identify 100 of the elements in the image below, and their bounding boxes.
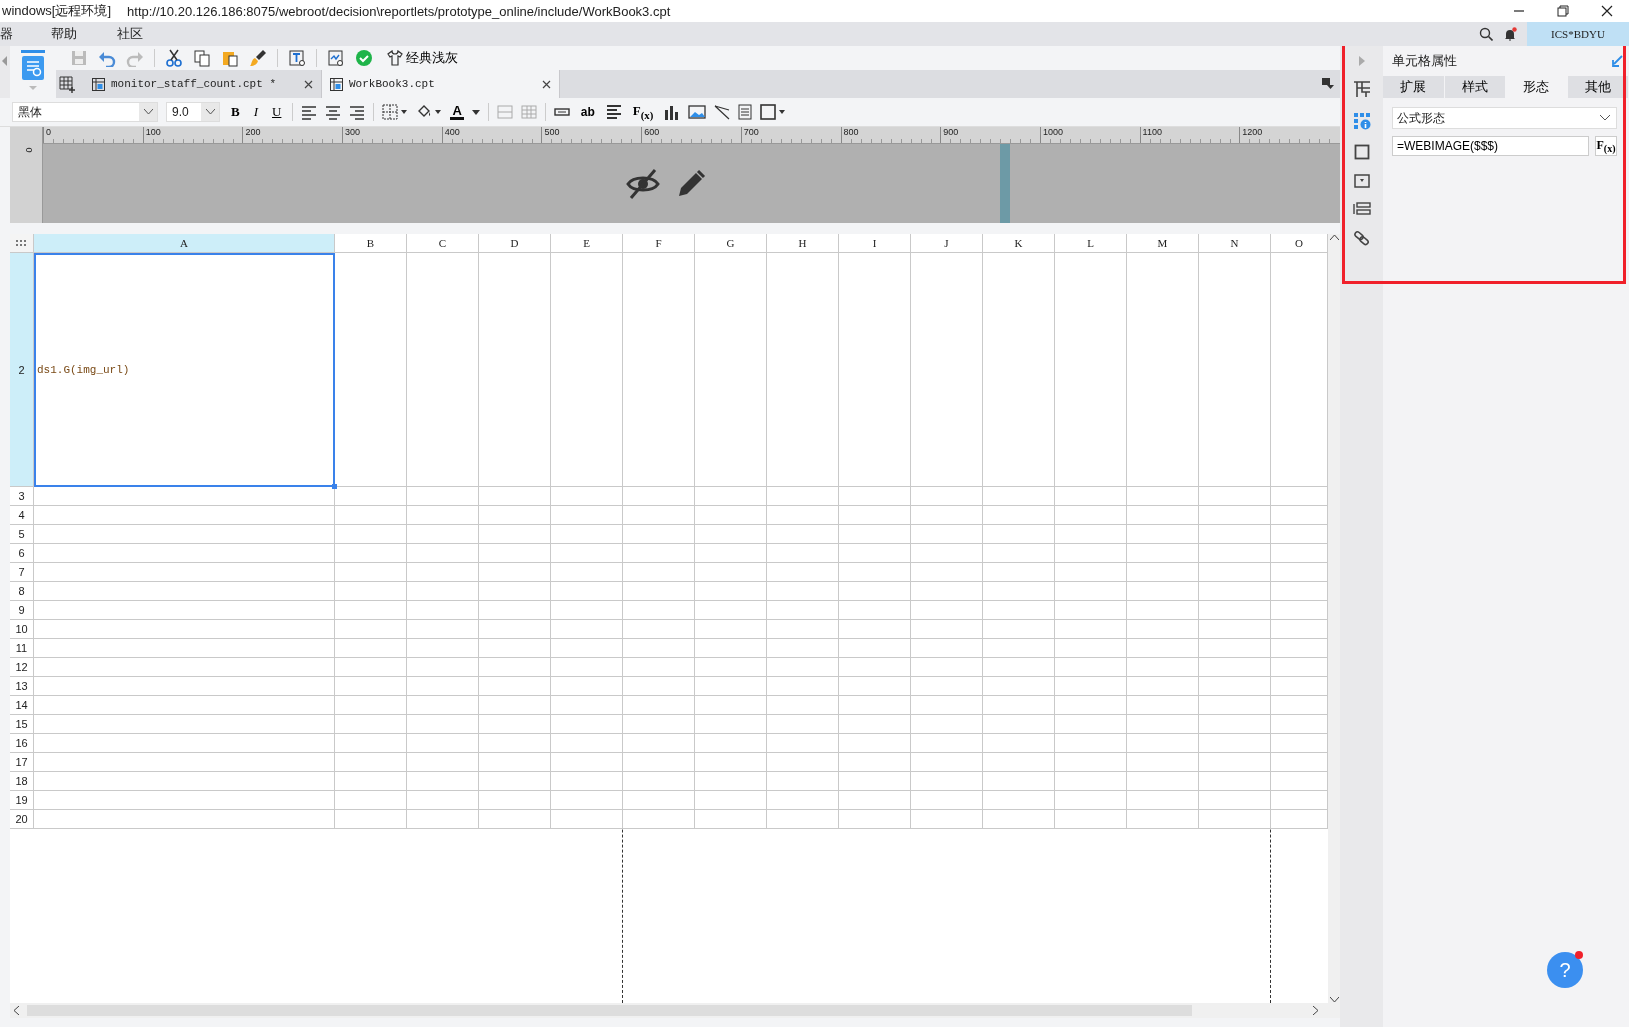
add-sheet-icon[interactable]	[58, 75, 76, 93]
search-icon[interactable]	[1479, 27, 1493, 41]
column-header[interactable]: J	[911, 234, 983, 253]
row-header[interactable]: 4	[10, 506, 34, 525]
border-icon[interactable]	[382, 104, 409, 120]
row-header[interactable]: 7	[10, 563, 34, 582]
row-header[interactable]: 10	[10, 620, 34, 639]
split-cells-icon[interactable]	[520, 104, 537, 120]
column-header[interactable]: E	[551, 234, 623, 253]
font-color-button[interactable]: A	[450, 104, 464, 120]
collapse-panel-icon[interactable]	[1611, 55, 1623, 67]
cut-icon[interactable]	[165, 49, 183, 67]
copy-icon[interactable]	[193, 49, 211, 67]
panel-tab[interactable]: 其他	[1567, 76, 1629, 98]
column-header[interactable]: L	[1055, 234, 1127, 253]
text-search-icon[interactable]	[288, 49, 306, 67]
bar-chart-icon[interactable]	[664, 104, 681, 120]
diagonal-line-icon[interactable]	[714, 104, 731, 120]
row-header[interactable]: 11	[10, 639, 34, 658]
font-select[interactable]: 黑体	[12, 102, 158, 122]
column-header[interactable]: N	[1199, 234, 1271, 253]
row-header[interactable]: 16	[10, 734, 34, 753]
user-badge[interactable]: ICS*BDYU	[1527, 22, 1629, 46]
column-header[interactable]: K	[983, 234, 1055, 253]
formula-editor-button[interactable]: F$_{(x)}$	[1595, 136, 1617, 156]
row-header[interactable]: 9	[10, 601, 34, 620]
scroll-down-icon[interactable]	[1329, 997, 1339, 1003]
preview-icon[interactable]	[327, 49, 345, 67]
scroll-right-icon[interactable]	[1313, 1006, 1319, 1015]
scroll-up-icon[interactable]	[1329, 234, 1339, 240]
close-tab-icon[interactable]	[304, 79, 313, 89]
align-center-icon[interactable]	[325, 104, 342, 120]
font-size-select[interactable]: 9.0	[166, 102, 220, 122]
align-left-icon[interactable]	[301, 104, 318, 120]
column-header[interactable]: I	[839, 234, 911, 253]
close-tab-icon[interactable]	[542, 79, 551, 89]
row-header[interactable]: 8	[10, 582, 34, 601]
column-header[interactable]: M	[1127, 234, 1199, 253]
column-header[interactable]: D	[479, 234, 551, 253]
merge-cells-icon[interactable]	[496, 104, 513, 120]
column-header[interactable]: B	[335, 234, 407, 253]
tab-menu-icon[interactable]	[1322, 78, 1334, 90]
square-icon[interactable]	[1353, 144, 1370, 160]
list-icon[interactable]	[1352, 202, 1371, 216]
column-header[interactable]: O	[1271, 234, 1328, 253]
close-icon[interactable]	[1601, 5, 1613, 17]
link-icon[interactable]	[1353, 230, 1370, 246]
active-cell[interactable]: ds1.G(img_url)	[34, 253, 335, 487]
row-header[interactable]: 6	[10, 544, 34, 563]
row-header[interactable]: 19	[10, 791, 34, 810]
paste-icon[interactable]	[221, 49, 239, 67]
file-tab[interactable]: WorkBook3.cpt	[322, 70, 560, 98]
row-header[interactable]: 3	[10, 487, 34, 506]
formula-button[interactable]: F$_{(x)}$	[629, 103, 657, 121]
cell-border-icon[interactable]	[760, 104, 787, 120]
cell-expand-icon[interactable]	[1352, 80, 1371, 98]
column-header[interactable]: H	[767, 234, 839, 253]
widget-icon[interactable]	[1353, 174, 1370, 188]
theme-button[interactable]: 经典浅灰	[383, 49, 462, 67]
row-header[interactable]: 15	[10, 715, 34, 734]
row-header[interactable]: 5	[10, 525, 34, 544]
pencil-icon[interactable]	[676, 168, 706, 199]
form-type-select[interactable]: 公式形态	[1392, 107, 1617, 129]
row-header[interactable]: 14	[10, 696, 34, 715]
column-header[interactable]: C	[407, 234, 479, 253]
table-cell	[911, 658, 983, 677]
check-icon[interactable]	[355, 49, 373, 67]
row-header[interactable]: 2	[10, 253, 34, 487]
image-icon[interactable]	[688, 104, 707, 120]
column-header[interactable]: F	[623, 234, 695, 253]
select-all-icon[interactable]	[16, 239, 27, 247]
row-header[interactable]: 17	[10, 753, 34, 772]
panel-tab[interactable]: 样式	[1444, 76, 1506, 98]
table-cell	[911, 715, 983, 734]
row-header[interactable]: 13	[10, 677, 34, 696]
scroll-left-icon[interactable]	[13, 1006, 19, 1015]
column-header[interactable]: G	[695, 234, 767, 253]
text-tool-button[interactable]: ab	[577, 105, 598, 119]
align-right-icon[interactable]	[349, 104, 366, 120]
hidden-eye-icon[interactable]	[626, 168, 660, 199]
restore-icon[interactable]	[1557, 5, 1569, 17]
dropdown-caret-icon[interactable]	[471, 109, 480, 115]
row-header[interactable]: 18	[10, 772, 34, 791]
underline-button[interactable]: U	[269, 104, 285, 120]
row-header[interactable]: 12	[10, 658, 34, 677]
bell-icon[interactable]	[1503, 27, 1517, 41]
paragraph-icon[interactable]	[605, 104, 622, 120]
panel-tab[interactable]: 扩展	[1383, 76, 1445, 98]
column-header[interactable]: A	[34, 234, 335, 253]
template-logo-icon[interactable]	[19, 50, 47, 92]
formula-input[interactable]: =WEBIMAGE($$$)	[1392, 136, 1589, 156]
brush-icon[interactable]	[249, 49, 267, 67]
italic-button[interactable]: I	[250, 104, 261, 120]
form-icon[interactable]	[738, 104, 753, 120]
cell-attribute-icon[interactable]	[1352, 112, 1371, 130]
menu-item[interactable]: 社区	[117, 25, 155, 43]
row-header[interactable]: 20	[10, 810, 34, 829]
menu-item[interactable]: 器	[0, 25, 25, 43]
bold-button[interactable]: B	[228, 104, 243, 120]
menu-item[interactable]: 帮助	[51, 25, 89, 43]
